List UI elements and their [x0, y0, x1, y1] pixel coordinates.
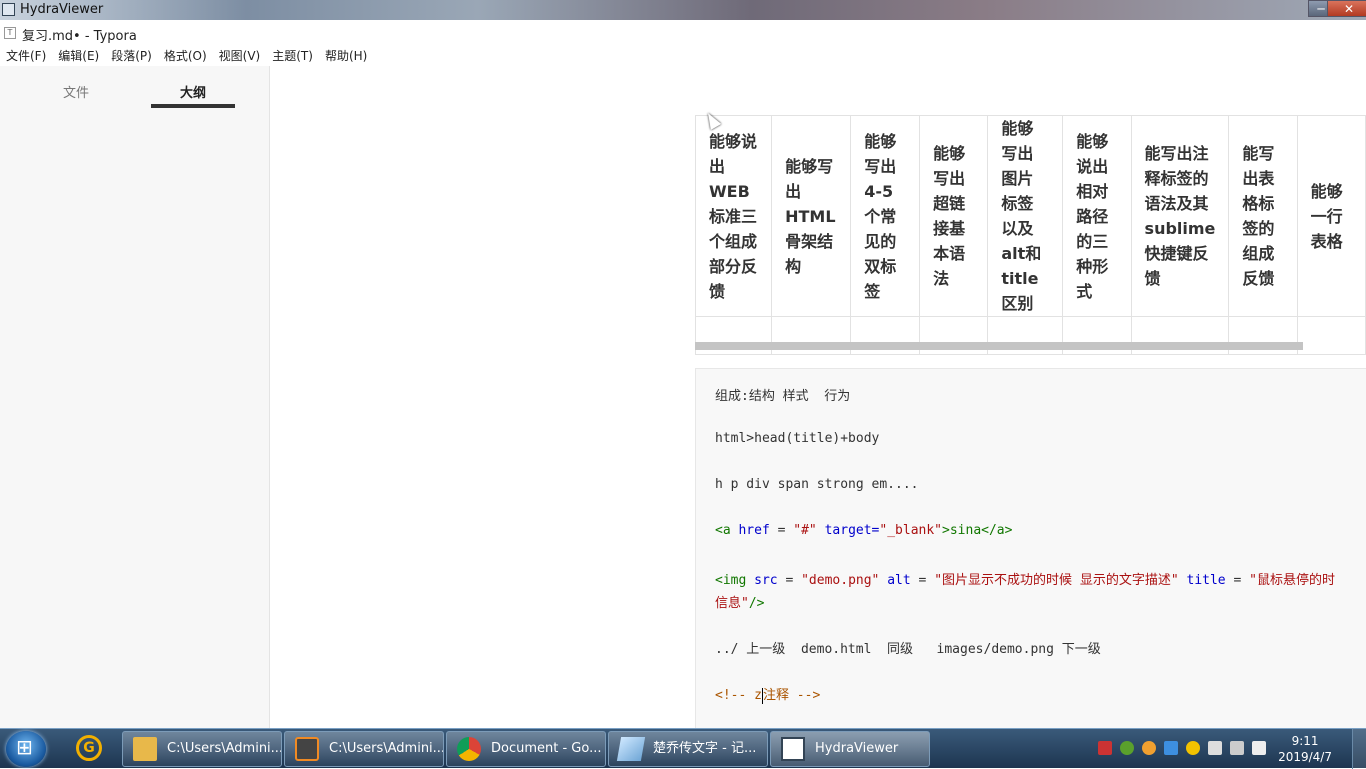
code-token: title [1178, 573, 1226, 588]
clock-date: 2019/4/7 [1278, 750, 1332, 764]
tray-utorrent-icon[interactable] [1120, 741, 1134, 755]
code-token: href [730, 523, 770, 538]
hydraviewer-titlebar: HydraViewer ─ ❐ ✕ [0, 0, 1366, 20]
tray-volume-icon[interactable] [1252, 741, 1266, 755]
table-header-cell[interactable]: 能写出注释标签的语法及其sublime快捷键反馈 [1130, 115, 1230, 317]
menu-edit[interactable]: 编辑(E) [58, 46, 99, 66]
tray-smile-icon[interactable] [1186, 741, 1200, 755]
editor-area[interactable]: 能够说出WEB标准三个组成部分反馈 能够写出HTML骨架结构 能够写出4-5个常… [270, 66, 1366, 728]
menu-paragraph[interactable]: 段落(P) [111, 46, 152, 66]
taskbar-item-sublime[interactable]: C:\Users\Admini... [284, 731, 444, 767]
quicklaunch-g-icon[interactable]: G [76, 735, 102, 761]
close-icon[interactable]: ✕ [1327, 0, 1366, 17]
taskbar-item-label: C:\Users\Admini... [167, 741, 282, 756]
code-token: 注释 --> [762, 688, 821, 703]
code-token: alt [879, 573, 911, 588]
code-line: <img src = "demo.png" alt = "图片显示不成功的时候 … [715, 569, 1335, 588]
code-token: /> [748, 596, 765, 611]
code-token: "图片显示不成功的时候 显示的文字描述" [934, 573, 1179, 588]
code-token: <a [715, 523, 731, 538]
menu-help[interactable]: 帮助(H) [325, 46, 367, 66]
tray-network-icon[interactable] [1208, 741, 1222, 755]
taskbar-item-notepad[interactable]: 楚乔传文字 - 记... [608, 731, 768, 767]
chrome-icon [457, 737, 481, 761]
code-token: <img [715, 573, 747, 588]
start-button[interactable] [6, 731, 46, 767]
code-line: 组成:结构 样式 行为 [715, 389, 851, 404]
code-line: <a href = "#" target="_blank">sina</a> [715, 523, 1012, 538]
clock-time: 9:11 [1291, 734, 1319, 748]
sidebar: 文件 大纲 [0, 66, 270, 728]
typora-app-icon: T [4, 27, 16, 39]
taskbar-item-hydraviewer[interactable]: HydraViewer [770, 731, 930, 767]
taskbar-item-explorer[interactable]: C:\Users\Admini... [122, 731, 282, 767]
code-block[interactable]: 组成:结构 样式 行为 html>head(title)+body h p di… [695, 368, 1366, 728]
code-line: <!-- z注释 --> [715, 684, 820, 704]
code-token: "鼠标悬停的时 [1249, 573, 1335, 588]
table-header-cell[interactable]: 能够写出图片标签以及alt和title区别 [987, 115, 1064, 317]
menu-bar: 文件(F) 编辑(E) 段落(P) 格式(O) 视图(V) 主题(T) 帮助(H… [0, 46, 1366, 66]
show-desktop-button[interactable] [1352, 729, 1366, 769]
table-header-cell[interactable]: 能够说出WEB标准三个组成部分反馈 [694, 115, 773, 317]
markdown-table: 能够说出WEB标准三个组成部分反馈 能够写出HTML骨架结构 能够写出4-5个常… [694, 115, 1366, 355]
tray-ball-icon[interactable] [1142, 741, 1156, 755]
clock[interactable]: 9:11 2019/4/7 [1278, 733, 1332, 765]
taskbar-item-label: Document - Go... [491, 741, 602, 756]
notepad-icon [616, 737, 646, 761]
window-controls: ─ ❐ ✕ [1308, 0, 1366, 17]
code-token: = [1225, 573, 1250, 588]
table-header-cell[interactable]: 能够说出相对路径的三种形式 [1062, 115, 1132, 317]
sublime-icon [295, 737, 319, 761]
table-header-cell[interactable]: 能够写出4-5个常见的双标签 [850, 115, 921, 317]
tray-flag-icon[interactable] [1098, 741, 1112, 755]
menu-view[interactable]: 视图(V) [219, 46, 261, 66]
code-token: target= [816, 523, 880, 538]
code-token: "demo.png" [801, 573, 880, 588]
tray-cloud-icon[interactable] [1164, 741, 1178, 755]
hydraviewer-title: HydraViewer [20, 2, 104, 17]
taskbar: G C:\Users\Admini... C:\Users\Admini... … [0, 728, 1366, 769]
code-line: html>head(title)+body [715, 431, 880, 446]
code-token: >sina</a> [942, 523, 1013, 538]
code-token: 信息" [715, 596, 749, 611]
table-header-cell[interactable]: 能够写出超链接基本语法 [919, 115, 989, 317]
code-token: "_blank" [879, 523, 943, 538]
taskbar-item-chrome[interactable]: Document - Go... [446, 731, 606, 767]
code-token: "#" [793, 523, 817, 538]
tray-device-icon[interactable] [1230, 741, 1244, 755]
table-header-cell[interactable]: 能写出表格标签的组成反馈 [1228, 115, 1298, 317]
code-line: ../ 上一级 demo.html 同级 images/demo.png 下一级 [715, 642, 1101, 657]
code-token: = [777, 573, 802, 588]
table-horizontal-scrollbar[interactable] [695, 342, 1303, 350]
tab-outline[interactable]: 大纲 [151, 82, 235, 108]
menu-format[interactable]: 格式(O) [164, 46, 207, 66]
hydraviewer-app-icon [2, 3, 15, 16]
folder-icon [133, 737, 157, 761]
code-line: h p div span strong em.... [715, 477, 919, 492]
table-header-cell[interactable]: 能够一行表格 [1296, 115, 1366, 317]
hydraviewer-icon [781, 737, 805, 761]
menu-file[interactable]: 文件(F) [6, 46, 46, 66]
taskbar-item-label: C:\Users\Admini... [329, 741, 444, 756]
taskbar-item-label: HydraViewer [815, 741, 899, 756]
menu-theme[interactable]: 主题(T) [272, 46, 313, 66]
table-header-cell[interactable]: 能够写出HTML骨架结构 [771, 115, 852, 317]
code-token: = [910, 573, 935, 588]
tab-files[interactable]: 文件 [34, 82, 118, 101]
system-tray [1090, 741, 1266, 755]
code-token: src [746, 573, 778, 588]
code-line: 信息"/> [715, 592, 764, 611]
taskbar-item-label: 楚乔传文字 - 记... [653, 741, 757, 756]
table-cell[interactable] [1296, 316, 1366, 355]
code-token: <!-- z [715, 688, 762, 703]
typora-titlebar: T 复习.md• - Typora [0, 20, 1366, 46]
code-token: = [769, 523, 794, 538]
document-title: 复习.md• - Typora [22, 29, 137, 44]
